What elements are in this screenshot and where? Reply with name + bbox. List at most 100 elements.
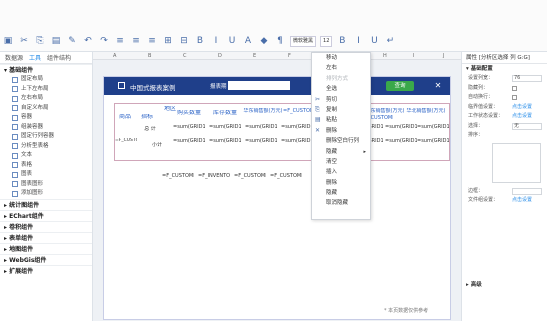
list-item[interactable]: 固定布局	[0, 75, 92, 85]
column-label[interactable]: D	[218, 53, 222, 59]
menu-item[interactable]: 全选	[312, 84, 370, 94]
save-icon[interactable]: ▣	[2, 35, 14, 47]
menu-item-paste[interactable]: ▤ 粘贴	[312, 115, 370, 125]
item-label: 组装容器	[21, 123, 44, 130]
group-extend[interactable]: ▸ 扩展组件	[0, 264, 92, 276]
font-select[interactable]: 微软雅黑	[290, 35, 317, 47]
select-dropdown[interactable]: 无	[512, 122, 542, 130]
group-stats[interactable]: ▸ 统计图组件	[0, 198, 92, 210]
border-icon[interactable]: ⊟	[178, 35, 190, 47]
paste-icon[interactable]: ▤	[50, 35, 62, 47]
column-label[interactable]: F	[288, 53, 291, 59]
align-left-icon[interactable]: ≡	[114, 35, 126, 47]
wrap-icon[interactable]: ↵	[384, 35, 396, 47]
brush-icon[interactable]: ✎	[66, 35, 78, 47]
italic-i-icon[interactable]: I	[352, 35, 364, 47]
align-center-icon[interactable]: ≡	[130, 35, 142, 47]
menu-item[interactable]: 清空	[312, 157, 370, 167]
hide-column-checkbox[interactable]	[512, 85, 517, 91]
section-basic[interactable]: ▾ 基础组件	[0, 64, 92, 75]
menu-item-copy[interactable]: ⎘ 复制	[312, 105, 370, 115]
list-item[interactable]: 自定义布局	[0, 104, 92, 114]
item-label: 添加图形	[21, 190, 44, 196]
column-label[interactable]: J	[443, 53, 444, 59]
tab-datasource[interactable]: 数据源	[2, 53, 26, 62]
group-form[interactable]: ▸ 表单组件	[0, 231, 92, 243]
list-item[interactable]: 左右布局	[0, 94, 92, 104]
section-basic-config[interactable]: ▾ 基础配置	[462, 64, 547, 74]
border-select[interactable]	[512, 187, 542, 195]
tab-tools[interactable]: 工具	[26, 53, 44, 62]
report-grid[interactable]: 地区 商品 指标 购买数量 库存数量 华东销售额(万元) =F_CUSTOMER…	[114, 103, 450, 161]
group-echart[interactable]: ▸ EChart组件	[0, 209, 92, 221]
sort-textarea[interactable]	[492, 142, 541, 183]
fill-color-icon[interactable]: ◆	[258, 35, 270, 47]
merge-icon[interactable]: ⊞	[162, 35, 174, 47]
bold-icon[interactable]: B	[194, 35, 206, 47]
menu-label: 隐藏	[326, 190, 338, 197]
tab-structure[interactable]: 组件结构	[44, 53, 74, 62]
delete-icon: ✕	[315, 126, 321, 134]
column-width-input[interactable]: 76	[512, 75, 542, 82]
group-webgis[interactable]: ▸ WebGis组件	[0, 253, 92, 265]
list-item[interactable]: 容器	[0, 113, 92, 123]
list-item[interactable]: 分析型表格	[0, 142, 92, 152]
list-item[interactable]: 添加图形	[0, 189, 92, 199]
list-item[interactable]: 表格	[0, 161, 92, 171]
threshold-link[interactable]: 点击设置	[512, 103, 532, 113]
group-label: 扩展组件	[9, 267, 34, 275]
file-group-link[interactable]: 点击设置	[512, 196, 532, 206]
size-select[interactable]: 12	[320, 35, 333, 47]
redo-icon[interactable]: ↷	[98, 35, 110, 47]
menu-item[interactable]: 取消隐藏	[312, 198, 370, 208]
left-tabs: 数据源 工具 组件结构	[0, 52, 92, 64]
column-label[interactable]: I	[413, 53, 414, 59]
font-color-icon[interactable]: A	[242, 35, 254, 47]
left-panel: 数据源 工具 组件结构 ▾ 基础组件 固定布局 上下左布局 左右布局 自定义布局…	[0, 52, 93, 321]
column-label[interactable]: A	[113, 53, 116, 59]
cut-icon[interactable]: ✂	[18, 35, 30, 47]
column-label[interactable]: H	[383, 53, 387, 59]
menu-item-cut[interactable]: ✂ 剪切	[312, 95, 370, 105]
undo-icon[interactable]: ↶	[82, 35, 94, 47]
column-label[interactable]: E	[253, 53, 256, 59]
prop-label: 隐藏列：	[468, 84, 489, 91]
group-map[interactable]: ▸ 地图组件	[0, 242, 92, 254]
underline-icon[interactable]: U	[226, 35, 238, 47]
underline-u-icon[interactable]: U	[368, 35, 380, 47]
list-item[interactable]: 文本	[0, 151, 92, 161]
menu-item[interactable]: 插入	[312, 167, 370, 177]
align-right-icon[interactable]: ≡	[146, 35, 158, 47]
menu-item-submenu[interactable]: 隐藏 ▸	[312, 147, 370, 157]
italic-icon[interactable]: I	[210, 35, 222, 47]
menu-item[interactable]: 左右	[312, 63, 370, 73]
period-input[interactable]	[228, 81, 290, 90]
query-button[interactable]: 查询	[386, 81, 414, 91]
bold-b-icon[interactable]: B	[336, 35, 348, 47]
container-icon	[12, 133, 18, 140]
list-item[interactable]: 组装容器	[0, 123, 92, 133]
menu-item-delete[interactable]: ✕ 删除	[312, 126, 370, 136]
wrap-checkbox[interactable]	[512, 95, 517, 100]
column-label[interactable]: B	[148, 53, 151, 59]
list-item[interactable]: 图表图形	[0, 180, 92, 190]
list-item[interactable]: 图表	[0, 170, 92, 180]
formula-cell: =sum(GRID1.H55)	[385, 138, 417, 144]
goods-header: 商品	[118, 114, 131, 120]
list-item[interactable]: 上下左布局	[0, 85, 92, 95]
column-label[interactable]: C	[183, 53, 187, 59]
group-conv[interactable]: ▸ 卷积组件	[0, 220, 92, 232]
cut-icon: ✂	[315, 95, 321, 103]
list-item[interactable]: 固定行列容器	[0, 132, 92, 142]
format-icon[interactable]: ¶	[274, 35, 286, 47]
menu-item[interactable]: 移动	[312, 53, 370, 63]
menu-item[interactable]: 删除	[312, 178, 370, 188]
item-label: 左右布局	[21, 95, 44, 101]
status-link[interactable]: 点击设置	[512, 112, 532, 122]
menu-item[interactable]: 隐藏	[312, 188, 370, 198]
layout-icon	[12, 86, 18, 93]
close-icon[interactable]: ✕	[432, 81, 444, 91]
copy-icon[interactable]: ⎘	[34, 35, 46, 47]
menu-item[interactable]: 删除空白行列	[312, 136, 370, 146]
section-advanced[interactable]: ▸ 高级	[462, 280, 482, 290]
